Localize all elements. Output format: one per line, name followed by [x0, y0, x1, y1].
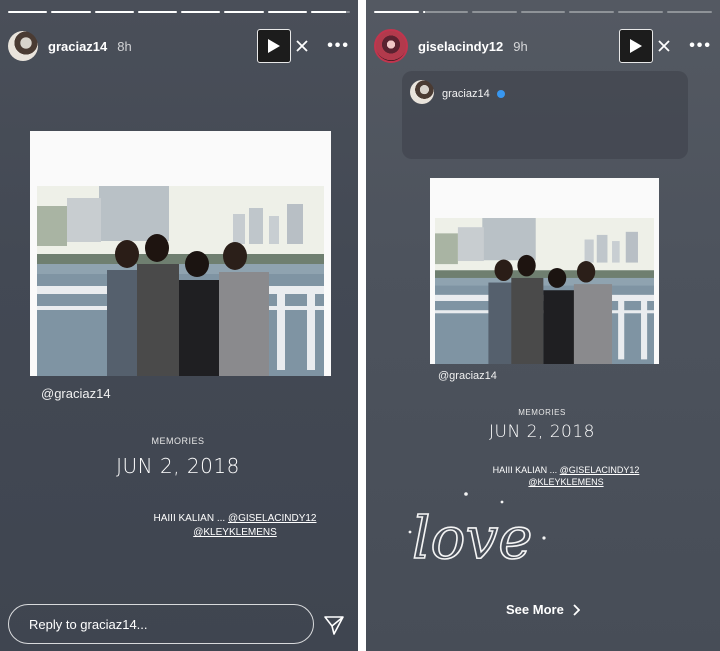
story-timestamp: 8h — [117, 38, 132, 54]
shared-story-card[interactable] — [402, 71, 688, 159]
mute-icon[interactable] — [295, 39, 309, 53]
play-button[interactable] — [257, 29, 292, 63]
progress-segment-fill — [374, 11, 419, 13]
story-controls: ••• — [257, 29, 350, 63]
progress-segment — [94, 11, 134, 13]
progress-segment-fill — [422, 11, 426, 13]
progress-segment-fill — [94, 11, 134, 13]
progress-segment-fill — [137, 11, 177, 13]
progress-segment — [224, 11, 264, 13]
mention-link-kleyklemens[interactable]: @KLEYKLEMENS — [193, 527, 277, 538]
verified-badge-icon — [497, 90, 505, 98]
story-header: giselacindy12 9h ••• — [374, 27, 712, 65]
more-options-icon[interactable]: ••• — [327, 37, 350, 55]
progress-segment-fill — [224, 11, 264, 13]
progress-segment-fill — [267, 11, 307, 13]
progress-segment-fill — [310, 11, 347, 13]
progress-segment — [137, 11, 177, 13]
chevron-right-icon — [573, 603, 580, 616]
story-panel-giselacindy12[interactable]: giselacindy12 9h ••• graciaz14 @graciaz1… — [366, 0, 720, 651]
progress-segment-fill — [51, 11, 91, 13]
memories-date: JUN 2, 2018 — [116, 454, 240, 478]
mention-link-giselacindy12[interactable]: @GISELACINDY12 — [228, 513, 317, 524]
story-viewer: graciaz14 8h ••• @graciaz14 MEMORIES JUN… — [0, 0, 720, 651]
send-icon[interactable] — [322, 613, 346, 637]
mute-icon[interactable] — [657, 39, 671, 53]
story-progress-bar — [8, 11, 350, 14]
avatar[interactable] — [8, 31, 38, 61]
story-controls: ••• — [619, 29, 712, 63]
avatar[interactable] — [374, 29, 408, 63]
progress-segment — [181, 11, 221, 13]
progress-segment — [374, 11, 419, 13]
memories-label: MEMORIES — [151, 436, 205, 446]
progress-segment — [667, 11, 713, 13]
progress-segment-fill — [8, 11, 48, 13]
group-photo — [37, 186, 324, 376]
progress-segment-fill — [181, 11, 221, 13]
story-timestamp: 9h — [513, 38, 528, 54]
story-progress-bar — [374, 11, 713, 14]
progress-segment — [471, 11, 517, 13]
progress-segment — [267, 11, 307, 13]
group-photo — [435, 218, 654, 364]
play-button[interactable] — [619, 29, 654, 63]
shared-story-avatar[interactable] — [410, 80, 434, 104]
mention-sticker[interactable]: @graciaz14 — [41, 386, 111, 401]
mention-sticker[interactable]: @graciaz14 — [438, 370, 497, 382]
mention-link-giselacindy12[interactable]: @GISELACINDY12 — [560, 465, 640, 475]
memories-date: JUN 2, 2018 — [489, 422, 595, 442]
progress-segment — [8, 11, 48, 13]
more-options-icon[interactable]: ••• — [689, 37, 712, 55]
see-more-button[interactable]: See More — [506, 602, 580, 617]
story-header: graciaz14 8h ••• — [8, 27, 350, 65]
shared-story-username[interactable]: graciaz14 — [442, 88, 490, 100]
progress-segment — [422, 11, 468, 13]
story-panel-graciaz14[interactable]: graciaz14 8h ••• @graciaz14 MEMORIES JUN… — [0, 0, 358, 651]
caption-text: HAIII KALIAN ... — [492, 465, 560, 475]
progress-segment — [310, 11, 350, 13]
progress-segment — [51, 11, 91, 13]
story-username[interactable]: giselacindy12 — [418, 39, 503, 54]
svg-text:love: love — [412, 504, 533, 572]
reply-input[interactable]: Reply to graciaz14... — [8, 604, 314, 644]
progress-segment — [520, 11, 566, 13]
see-more-label: See More — [506, 602, 564, 617]
love-sticker: love — [408, 492, 546, 573]
story-username[interactable]: graciaz14 — [48, 39, 107, 54]
memories-label: MEMORIES — [518, 408, 566, 417]
play-icon — [630, 39, 643, 53]
progress-segment — [618, 11, 664, 13]
caption-text: HAIII KALIAN ... — [153, 513, 228, 524]
story-caption: HAIII KALIAN ... @GISELACINDY12 @KLEYKLE… — [135, 512, 335, 540]
play-icon — [268, 39, 281, 53]
progress-segment — [569, 11, 615, 13]
mention-link-kleyklemens[interactable]: @KLEYKLEMENS — [528, 477, 603, 487]
story-caption: HAIII KALIAN ... @GISELACINDY12 @KLEYKLE… — [488, 464, 644, 488]
